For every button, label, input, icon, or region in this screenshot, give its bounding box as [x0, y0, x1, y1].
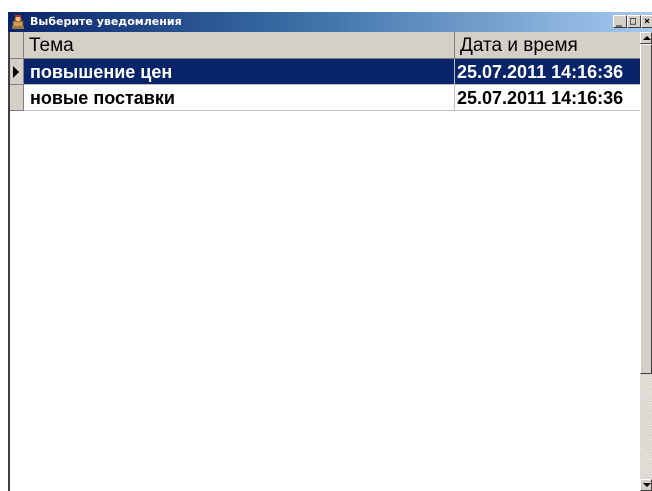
- column-header-topic[interactable]: Тема: [24, 32, 455, 59]
- datetime-cell[interactable]: 25.07.2011 14:16:36: [455, 59, 642, 85]
- row-indicator[interactable]: [10, 85, 24, 111]
- scroll-down-button[interactable]: [640, 479, 652, 491]
- notifications-window: Выберите уведомления _ □ × Тема Дата и в…: [0, 0, 652, 491]
- minimize-button[interactable]: _: [613, 15, 627, 28]
- current-row-pointer-icon: [13, 66, 19, 78]
- table-row[interactable]: повышение цен 25.07.2011 14:16:36: [24, 59, 642, 85]
- maximize-button[interactable]: □: [627, 15, 641, 28]
- topic-cell[interactable]: новые поставки: [24, 85, 455, 111]
- scroll-up-button[interactable]: [640, 32, 652, 44]
- notifications-grid: Тема Дата и время повышение цен 25.07.20…: [8, 32, 642, 491]
- scroll-up-icon: [643, 36, 651, 40]
- grid-header: Тема Дата и время: [24, 32, 642, 59]
- topic-cell[interactable]: повышение цен: [24, 59, 455, 85]
- indicator-header-cell: [10, 32, 24, 59]
- datetime-cell[interactable]: 25.07.2011 14:16:36: [455, 85, 642, 111]
- maximize-icon: □: [630, 16, 637, 27]
- minimize-icon: _: [616, 16, 623, 27]
- scroll-down-icon: [643, 483, 651, 487]
- row-indicator[interactable]: [10, 59, 24, 85]
- window-title: Выберите уведомления: [30, 15, 182, 28]
- table-row[interactable]: новые поставки 25.07.2011 14:16:36: [24, 85, 642, 111]
- title-bar[interactable]: Выберите уведомления _ □ ×: [8, 12, 652, 32]
- vertical-scrollbar[interactable]: [640, 32, 652, 491]
- row-indicator-column: [10, 32, 24, 491]
- column-header-datetime[interactable]: Дата и время: [455, 32, 642, 59]
- close-button[interactable]: ×: [641, 15, 652, 28]
- close-icon: ×: [644, 16, 651, 27]
- app-icon: [10, 14, 26, 30]
- scrollbar-thumb[interactable]: [640, 44, 652, 374]
